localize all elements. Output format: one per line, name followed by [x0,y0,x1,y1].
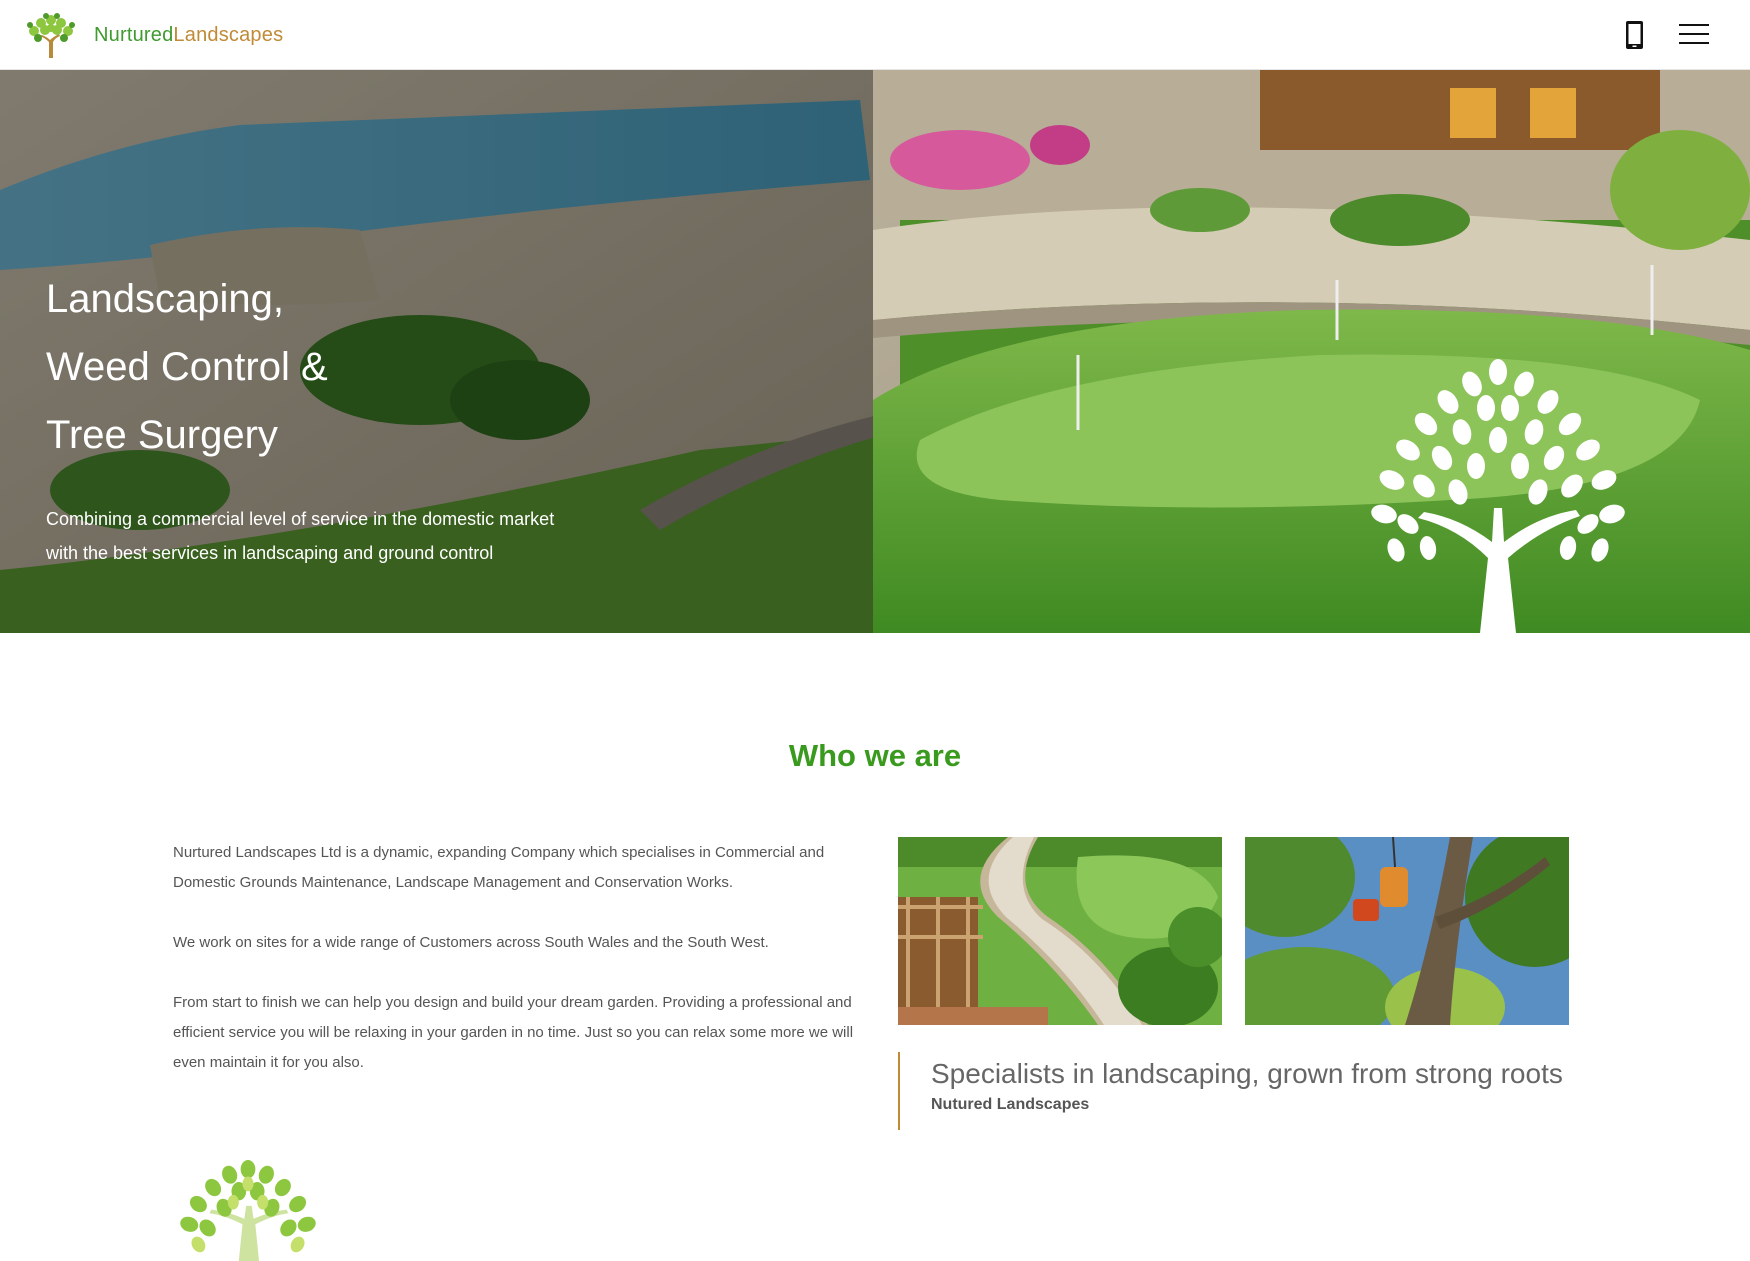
brand-name-part1: Nurtured [94,23,174,46]
about-text: Nurtured Landscapes Ltd is a dynamic, ex… [173,838,858,1108]
hero-title-line: Tree Surgery [46,413,278,457]
quote-author: Nutured Landscapes [931,1096,1090,1113]
mobile-phone-icon[interactable] [1624,20,1646,50]
testimonial-quote: Specialists in landscaping, grown from s… [898,1052,1578,1130]
site-logo[interactable]: NurturedLandscapes [26,12,283,58]
hero-banner: Landscaping, Weed Control & Tree Surgery… [0,70,1750,633]
tree-logo-icon [27,13,75,58]
hamburger-menu-icon[interactable] [1679,24,1709,46]
about-paragraph: From start to finish we can help you des… [173,994,854,1071]
green-tree-icon [172,1160,324,1261]
about-paragraph: We work on sites for a wide range of Cus… [173,934,769,951]
quote-text: Specialists in landscaping, grown from s… [931,1058,1563,1089]
hero-subtitle: Combining a commercial level of service … [46,502,606,570]
brand-name-part2: Landscapes [173,23,284,46]
section-heading-who-we-are: Who we are [788,738,962,773]
hero-subtitle-line: with the best services in landscaping an… [46,543,494,563]
garden-path-photo [898,837,1222,1025]
about-paragraph: Nurtured Landscapes Ltd is a dynamic, ex… [173,844,825,891]
hero-title-line: Landscaping, [46,277,284,321]
brand-name: NurturedLandscapes [94,24,283,47]
hero-title: Landscaping, Weed Control & Tree Surgery [46,265,746,469]
site-header: NurturedLandscapes [0,0,1750,70]
white-tree-icon [1371,359,1625,633]
hero-subtitle-line: Combining a commercial level of service … [46,509,555,529]
hero-title-line: Weed Control & [46,345,328,389]
tree-surgeon-photo [1245,837,1569,1025]
